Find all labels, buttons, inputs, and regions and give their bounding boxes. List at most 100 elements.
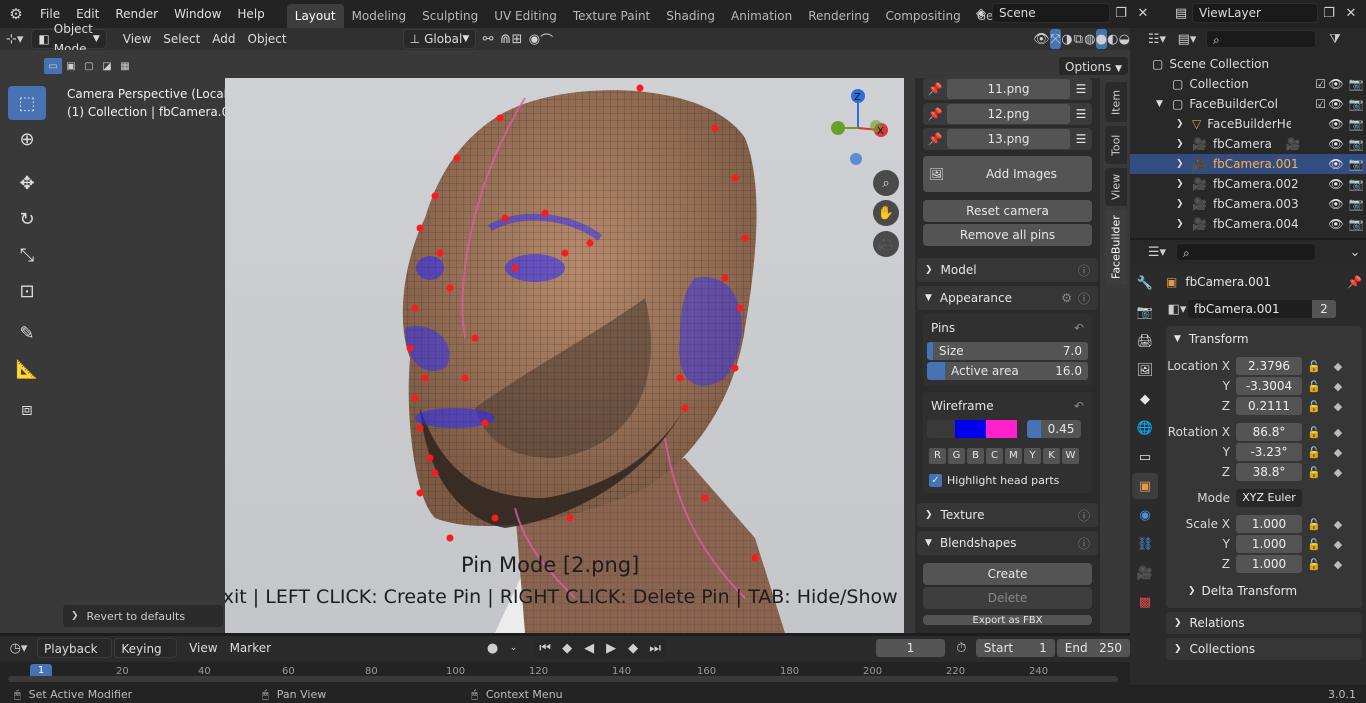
- pin-icon[interactable]: 📌: [923, 132, 947, 146]
- camera-render-icon[interactable]: 📷: [1346, 77, 1366, 91]
- outliner-item-collection[interactable]: ▢ Collection ☑ 👁 📷: [1130, 74, 1366, 94]
- scene-icon[interactable]: ◆: [1132, 386, 1158, 412]
- checkbox-checked-icon[interactable]: ☑: [1315, 97, 1326, 111]
- chevron-right-icon[interactable]: ❯: [1176, 179, 1192, 189]
- menu-icon[interactable]: ☰: [1070, 82, 1092, 96]
- jump-start-icon[interactable]: ⏮: [534, 638, 556, 658]
- model-section[interactable]: ❯ Model ⓘ: [917, 258, 1098, 282]
- pin-icon[interactable]: 📌: [1347, 275, 1362, 289]
- play-reverse-icon[interactable]: ◀: [578, 638, 600, 658]
- export-fbx-button[interactable]: Export as FBX: [923, 615, 1092, 625]
- outliner-item-facebuilderhead[interactable]: ❯ ▽ FaceBuilderHead 👁 📷: [1130, 114, 1366, 134]
- image-name[interactable]: 11.png: [947, 79, 1070, 99]
- object-icon[interactable]: ▣: [1132, 473, 1158, 499]
- camera-render-icon[interactable]: 📷: [1346, 177, 1366, 191]
- rotation-y-field[interactable]: -3.23°: [1236, 443, 1302, 461]
- gizmo-icon[interactable]: ⤧: [1049, 29, 1062, 49]
- chevron-down-icon[interactable]: ⌄: [503, 638, 524, 658]
- overlay-icon[interactable]: ◑: [1061, 29, 1072, 49]
- delete-view-layer-icon[interactable]: ✕: [1340, 3, 1362, 23]
- tab-uv-editing[interactable]: UV Editing: [486, 4, 565, 28]
- outliner-search-input[interactable]: ⌕: [1206, 30, 1316, 48]
- snap-target-icon[interactable]: ⊞: [511, 29, 523, 49]
- mode-dropdown[interactable]: ◧ Object Mode ▼: [31, 22, 107, 56]
- tab-shading[interactable]: Shading: [658, 4, 723, 28]
- next-keyframe-icon[interactable]: ◆: [622, 638, 644, 658]
- outliner-item-fbcamera-002[interactable]: ❯ 🎥 fbCamera.002 👁 📷: [1130, 174, 1366, 194]
- snap-icon[interactable]: ⋒: [500, 29, 511, 49]
- transform-icon[interactable]: ⊡: [8, 274, 46, 308]
- menu-help[interactable]: Help: [229, 0, 272, 28]
- options-dropdown[interactable]: Options ▼: [1058, 56, 1130, 76]
- menu-icon[interactable]: ☰: [1070, 107, 1092, 121]
- tab-animation[interactable]: Animation: [723, 4, 800, 28]
- channel-g-button[interactable]: G: [948, 448, 965, 464]
- reset-icon[interactable]: ↶: [1074, 399, 1084, 413]
- camera-render-icon[interactable]: 📷: [1346, 97, 1366, 111]
- visibility-icon[interactable]: 👁: [1033, 29, 1050, 49]
- scale-z-field[interactable]: 1.000: [1236, 555, 1302, 573]
- keying-dropdown[interactable]: Keying ▼: [114, 638, 178, 676]
- keyframe-icon[interactable]: ◆: [1326, 446, 1350, 459]
- rotate-icon[interactable]: ↻: [8, 202, 46, 236]
- outliner-item-fbcamera-003[interactable]: ❯ 🎥 fbCamera.003 👁 📷: [1130, 194, 1366, 214]
- current-frame-field[interactable]: 1: [876, 639, 945, 657]
- eye-icon[interactable]: 👁: [1326, 97, 1346, 111]
- eye-icon[interactable]: 👁: [1326, 117, 1346, 131]
- camera-render-icon[interactable]: 📷: [1346, 117, 1366, 131]
- texture-section[interactable]: ❯ Texture ⓘ: [917, 503, 1098, 527]
- wireframe-opacity-slider[interactable]: 0.45: [1027, 420, 1081, 438]
- render-icon[interactable]: 📷: [1132, 299, 1158, 325]
- scene-selector[interactable]: Scene: [992, 3, 1110, 23]
- outliner-item-fbcamera-001[interactable]: ❯ 🎥 fbCamera.001 👁 📷: [1130, 154, 1366, 174]
- image-row-13[interactable]: 📌 13.png ☰: [923, 128, 1092, 150]
- falloff-icon[interactable]: ⌒: [540, 29, 553, 49]
- zoom-icon[interactable]: ⌕: [873, 170, 899, 196]
- scene-icon[interactable]: ◈: [970, 3, 992, 23]
- create-blendshapes-button[interactable]: Create: [923, 563, 1092, 585]
- play-icon[interactable]: ▶: [600, 638, 622, 658]
- channel-y-button[interactable]: Y: [1024, 448, 1041, 464]
- menu-add[interactable]: Add: [206, 29, 241, 49]
- menu-object[interactable]: Object: [242, 29, 293, 49]
- keyframe-icon[interactable]: ◆: [1326, 360, 1350, 373]
- tab-facebuilder[interactable]: FaceBuilder: [1105, 210, 1127, 284]
- help-icon[interactable]: ⓘ: [1078, 507, 1090, 524]
- camera-background-photo[interactable]: Pin Mode [2.png] ESC: Exit | LEFT CLICK:…: [225, 78, 904, 633]
- output-icon[interactable]: 🖨: [1132, 328, 1158, 354]
- rotation-x-field[interactable]: 86.8°: [1236, 423, 1302, 441]
- select-extend-icon[interactable]: ▣: [62, 58, 80, 74]
- select-new-icon[interactable]: ▭: [44, 58, 62, 74]
- users-count[interactable]: 2: [1312, 300, 1336, 318]
- menu-select[interactable]: Select: [157, 29, 206, 49]
- delete-blendshapes-button[interactable]: Delete: [923, 587, 1092, 609]
- scene-collection-row[interactable]: ▢ Scene Collection: [1130, 54, 1366, 74]
- pin-icon[interactable]: 📌: [923, 82, 947, 96]
- appearance-section[interactable]: ▼ Appearance ⚙ ⓘ: [917, 286, 1098, 310]
- gear-icon[interactable]: ⚙: [1061, 291, 1072, 305]
- keyframe-icon[interactable]: ◆: [1326, 426, 1350, 439]
- select-intersect-icon[interactable]: ▦: [116, 58, 134, 74]
- keyframe-icon[interactable]: ◆: [1326, 558, 1350, 571]
- display-mode-icon[interactable]: ▤▾: [1176, 29, 1198, 49]
- chevron-right-icon[interactable]: ❯: [1176, 159, 1192, 169]
- channel-w-button[interactable]: W: [1062, 448, 1079, 464]
- select-box-icon[interactable]: ⬚: [8, 86, 46, 120]
- menu-window[interactable]: Window: [166, 0, 229, 28]
- size-slider[interactable]: Size 7.0: [927, 342, 1088, 360]
- rendered-shading-icon[interactable]: ◒: [1119, 29, 1130, 49]
- scale-x-field[interactable]: 1.000: [1236, 515, 1302, 533]
- proportional-edit-icon[interactable]: ◉: [529, 29, 540, 49]
- view-layer-selector[interactable]: ViewLayer: [1192, 3, 1318, 23]
- checkbox-checked-icon[interactable]: ✓: [929, 474, 942, 487]
- tab-item[interactable]: Item: [1105, 82, 1127, 122]
- select-subtract-icon[interactable]: ▢: [80, 58, 98, 74]
- collections-section[interactable]: ❯ Collections: [1166, 638, 1362, 660]
- camera-view-icon[interactable]: 🎥: [873, 231, 899, 257]
- data-name-field[interactable]: fbCamera.001: [1188, 300, 1312, 318]
- blendshapes-section[interactable]: ▼ Blendshapes ⓘ: [917, 531, 1098, 555]
- camera-data-browse-icon[interactable]: ◧▾: [1166, 299, 1188, 319]
- wireframe-shading-icon[interactable]: ◍: [1084, 29, 1095, 49]
- playback-dropdown[interactable]: Playback ▼: [37, 638, 113, 676]
- chevron-down-icon[interactable]: ▼: [1156, 99, 1172, 109]
